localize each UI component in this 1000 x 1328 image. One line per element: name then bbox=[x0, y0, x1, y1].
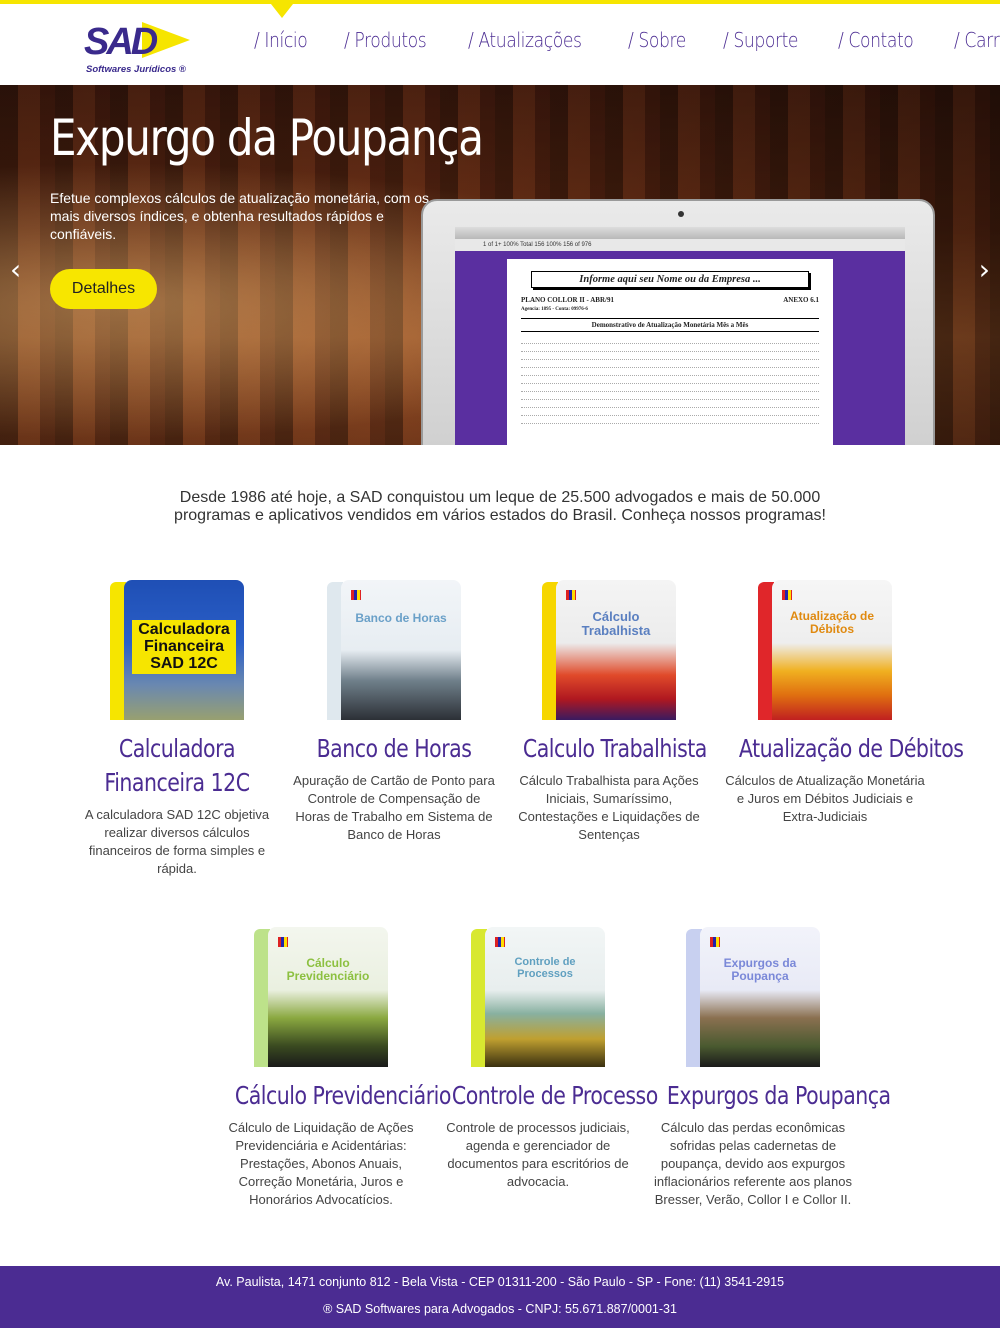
nav-inicio[interactable]: / Início bbox=[254, 28, 308, 52]
footer-copyright: ® SAD Softwares para Advogados - CNPJ: 5… bbox=[323, 1302, 677, 1316]
product-card[interactable]: Banco de Horas Banco de Horas Apuração d… bbox=[289, 580, 499, 844]
intro-line-2: programas e aplicativos vendidos em vári… bbox=[174, 507, 826, 524]
nav-atualizacoes[interactable]: / Atualizações bbox=[468, 28, 582, 52]
camera-dot bbox=[678, 211, 684, 217]
product-box-image: Cálculo Trabalhista bbox=[542, 580, 676, 720]
product-description: Cálculo das perdas econômicas sofridas p… bbox=[653, 1120, 852, 1207]
product-title[interactable]: Calculo Trabalhista bbox=[523, 732, 707, 766]
product-description: Controle de processos judiciais, agenda … bbox=[446, 1120, 630, 1189]
chevron-left-icon[interactable]: ‹ bbox=[10, 253, 21, 286]
report-header: Informe aqui seu Nome ou da Empresa ... bbox=[531, 271, 809, 288]
nav-contato[interactable]: / Contato bbox=[838, 28, 914, 52]
report-table bbox=[521, 336, 819, 424]
hero-text: Efetue complexos cálculos de atualização… bbox=[50, 190, 429, 242]
product-box-image: Controle de Processos bbox=[471, 927, 605, 1067]
nav-suporte[interactable]: / Suporte bbox=[723, 28, 798, 52]
nav-produtos[interactable]: / Produtos bbox=[344, 28, 427, 52]
product-box-image: Atualização de Débitos bbox=[758, 580, 892, 720]
chevron-right-icon[interactable]: › bbox=[979, 253, 990, 286]
report-document: Informe aqui seu Nome ou da Empresa ... … bbox=[507, 259, 833, 445]
hero-title: Expurgo da Poupança bbox=[50, 109, 484, 167]
site-footer: Av. Paulista, 1471 conjunto 812 - Bela V… bbox=[0, 1266, 1000, 1328]
product-box-image: Expurgos da Poupança bbox=[686, 927, 820, 1067]
product-card[interactable]: Expurgos da Poupança Expurgos da Poupanç… bbox=[648, 927, 891, 1209]
product-title[interactable]: Controle de Processo bbox=[452, 1079, 658, 1113]
nav-carrinho[interactable]: / Carrinho bbox=[954, 28, 1000, 52]
report-plan-row: PLANO COLLOR II - ABR/91 ANEXO 6.1 bbox=[521, 296, 819, 304]
report-plan: PLANO COLLOR II - ABR/91 bbox=[521, 296, 614, 304]
window-titlebar bbox=[455, 227, 905, 239]
product-title[interactable]: Calculadora Financeira 12C bbox=[91, 732, 263, 800]
laptop-image: 1 of 1+ 100% Total 156 100% 156 of 976 I… bbox=[421, 199, 935, 445]
footer-address: Av. Paulista, 1471 conjunto 812 - Bela V… bbox=[215, 1275, 785, 1289]
logo-mark-icon: SAD bbox=[84, 21, 190, 63]
active-nav-indicator bbox=[271, 4, 293, 18]
product-description: Cálculos de Atualização Monetária e Juro… bbox=[725, 773, 925, 824]
product-title[interactable]: Atualização de Débitos bbox=[739, 732, 964, 766]
details-button[interactable]: Detalhes bbox=[50, 269, 157, 309]
product-title[interactable]: Expurgos da Poupança bbox=[667, 1079, 891, 1113]
product-card[interactable]: Calculadora Financeira SAD 12C Calculado… bbox=[72, 580, 282, 878]
product-box-image: Calculadora Financeira SAD 12C bbox=[110, 580, 244, 720]
product-description: Cálculo de Liquidação de Ações Previdenc… bbox=[228, 1120, 414, 1207]
sad-logo[interactable]: SAD Softwares Jurídicos ® bbox=[82, 18, 194, 80]
product-box-image: Banco de Horas bbox=[327, 580, 461, 720]
product-description: Apuração de Cartão de Ponto para Control… bbox=[293, 773, 495, 842]
intro-text: Desde 1986 até hoje, a SAD conquistou um… bbox=[0, 489, 1000, 525]
report-account: Agencia: 1895 - Conta: 09976-6 bbox=[521, 307, 588, 312]
product-description: Cálculo Trabalhista para Ações Iniciais,… bbox=[518, 773, 700, 842]
intro-line-1: Desde 1986 até hoje, a SAD conquistou um… bbox=[179, 489, 821, 506]
viewer-toolbar: 1 of 1+ 100% Total 156 100% 156 of 976 bbox=[455, 239, 905, 251]
product-title[interactable]: Banco de Horas bbox=[308, 732, 480, 766]
logo-tagline: Softwares Jurídicos ® bbox=[86, 64, 186, 75]
hero-slider: Expurgo da Poupança Efetue complexos cál… bbox=[0, 85, 1000, 445]
report-annex: ANEXO 6.1 bbox=[783, 296, 819, 304]
product-description: A calculadora SAD 12C objetiva realizar … bbox=[84, 807, 270, 876]
product-card[interactable]: Controle de Processos Controle de Proces… bbox=[433, 927, 658, 1191]
product-title[interactable]: Cálculo Previdenciário bbox=[235, 1079, 451, 1113]
svg-text:SAD: SAD bbox=[84, 21, 158, 63]
site-header: SAD Softwares Jurídicos ® / Início / Pro… bbox=[0, 4, 1000, 85]
laptop-screen: 1 of 1+ 100% Total 156 100% 156 of 976 I… bbox=[455, 227, 905, 445]
product-card[interactable]: Cálculo Previdenciário Cálculo Previdenc… bbox=[216, 927, 451, 1209]
product-card[interactable]: Cálculo Trabalhista Calculo Trabalhista … bbox=[504, 580, 714, 844]
product-card[interactable]: Atualização de Débitos Atualização de Dé… bbox=[720, 580, 964, 826]
main-nav: / Início / Produtos / Atualizações / Sob… bbox=[254, 28, 1000, 52]
nav-sobre[interactable]: / Sobre bbox=[628, 28, 686, 52]
report-title: Demonstrativo de Atualização Monetária M… bbox=[521, 318, 819, 332]
product-box-image: Cálculo Previdenciário bbox=[254, 927, 388, 1067]
